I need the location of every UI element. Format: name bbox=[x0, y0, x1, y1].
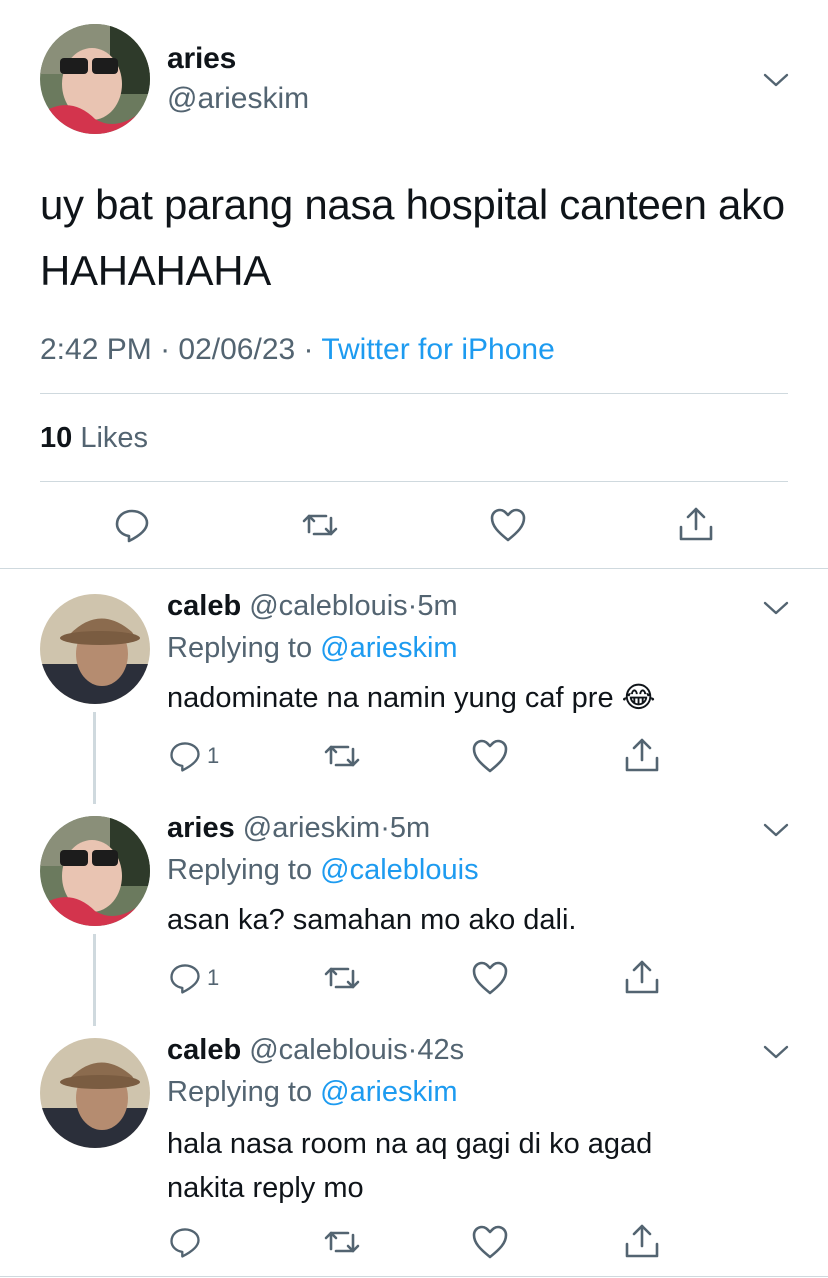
like-icon[interactable] bbox=[470, 958, 510, 998]
like-icon[interactable] bbox=[488, 505, 528, 545]
replying-label: Replying to bbox=[167, 632, 313, 664]
reply-icon bbox=[170, 742, 200, 772]
tweet-time: 2:42 PM bbox=[40, 333, 152, 366]
reply-text: asan ka? samahan mo ako dali. bbox=[167, 904, 577, 936]
reply-time: 5m bbox=[389, 812, 431, 844]
reply-icon[interactable] bbox=[112, 505, 152, 545]
share-icon[interactable] bbox=[622, 958, 662, 998]
share-icon[interactable] bbox=[676, 505, 716, 545]
reply-avatar[interactable] bbox=[40, 816, 150, 926]
replying-label: Replying to bbox=[167, 854, 313, 886]
mention-link[interactable]: @arieskim bbox=[320, 632, 457, 664]
reply-header: aries @arieskim·5m bbox=[167, 812, 430, 845]
reply-time: 42s bbox=[417, 1034, 465, 1066]
divider bbox=[40, 481, 788, 482]
mention-link[interactable]: @arieskim bbox=[320, 1076, 457, 1108]
tweet-meta: 2:42 PM · 02/06/23 · Twitter for iPhone bbox=[40, 333, 555, 367]
divider bbox=[40, 393, 788, 394]
mention-link[interactable]: @caleblouis bbox=[320, 854, 478, 886]
reply-button[interactable] bbox=[167, 1224, 203, 1260]
reply-count: 1 bbox=[207, 743, 220, 768]
reply-time: 5m bbox=[417, 590, 458, 622]
meta-dot: · bbox=[407, 1034, 418, 1066]
reply-button[interactable]: 1 bbox=[167, 738, 219, 774]
retweet-icon[interactable] bbox=[322, 958, 362, 998]
like-icon[interactable] bbox=[470, 1222, 510, 1262]
retweet-icon[interactable] bbox=[322, 736, 362, 776]
reply-text: hala nasa room na aq gagi di ko agad nak… bbox=[167, 1128, 653, 1204]
section-divider bbox=[0, 568, 828, 569]
replying-to: Replying to @arieskim bbox=[167, 1076, 458, 1109]
replying-label: Replying to bbox=[167, 1076, 313, 1108]
main-author-name[interactable]: aries bbox=[167, 42, 236, 76]
bottom-divider bbox=[0, 1276, 828, 1277]
reply-avatar[interactable] bbox=[40, 1038, 150, 1148]
reply-author-name[interactable]: caleb bbox=[167, 590, 241, 622]
reply-text: nadominate na namin yung caf pre 😂 bbox=[167, 682, 656, 714]
meta-dot: · bbox=[160, 333, 171, 366]
thread-line bbox=[93, 934, 96, 1026]
likes-summary[interactable]: 10 Likes bbox=[40, 422, 148, 455]
main-tweet-text: uy bat parang nasa hospital canteen ako … bbox=[40, 181, 785, 294]
replying-to: Replying to @arieskim bbox=[167, 632, 458, 665]
tweet-source-link[interactable]: Twitter for iPhone bbox=[321, 333, 554, 366]
replying-to: Replying to @caleblouis bbox=[167, 854, 479, 887]
main-author-handle[interactable]: @arieskim bbox=[167, 82, 309, 116]
tweet-date: 02/06/23 bbox=[178, 333, 296, 366]
reply-author-name[interactable]: aries bbox=[167, 812, 235, 844]
reply-icon bbox=[170, 1228, 200, 1258]
chevron-down-icon[interactable] bbox=[763, 822, 789, 838]
main-avatar[interactable] bbox=[40, 24, 150, 134]
reply-button[interactable]: 1 bbox=[167, 960, 219, 996]
meta-dot: · bbox=[303, 333, 314, 366]
retweet-icon[interactable] bbox=[300, 505, 340, 545]
like-icon[interactable] bbox=[470, 736, 510, 776]
likes-count: 10 bbox=[40, 422, 73, 454]
reply-avatar[interactable] bbox=[40, 594, 150, 704]
meta-dot: · bbox=[380, 812, 390, 844]
reply-author-name[interactable]: caleb bbox=[167, 1034, 241, 1066]
share-icon[interactable] bbox=[622, 1222, 662, 1262]
likes-label: Likes bbox=[80, 422, 149, 454]
reply-header: caleb @caleblouis·42s bbox=[167, 1034, 464, 1067]
reply-icon bbox=[170, 964, 200, 994]
reply-header: caleb @caleblouis·5m bbox=[167, 590, 458, 623]
reply-count: 1 bbox=[207, 965, 220, 990]
chevron-down-icon[interactable] bbox=[763, 600, 789, 616]
reply-author-handle[interactable]: @arieskim bbox=[243, 812, 380, 844]
chevron-down-icon[interactable] bbox=[763, 1044, 789, 1060]
share-icon[interactable] bbox=[622, 736, 662, 776]
retweet-icon[interactable] bbox=[322, 1222, 362, 1262]
meta-dot: · bbox=[407, 590, 418, 622]
chevron-down-icon[interactable] bbox=[763, 72, 789, 88]
reply-author-handle[interactable]: @caleblouis bbox=[249, 590, 407, 622]
reply-author-handle[interactable]: @caleblouis bbox=[249, 1034, 407, 1066]
thread-line bbox=[93, 712, 96, 804]
